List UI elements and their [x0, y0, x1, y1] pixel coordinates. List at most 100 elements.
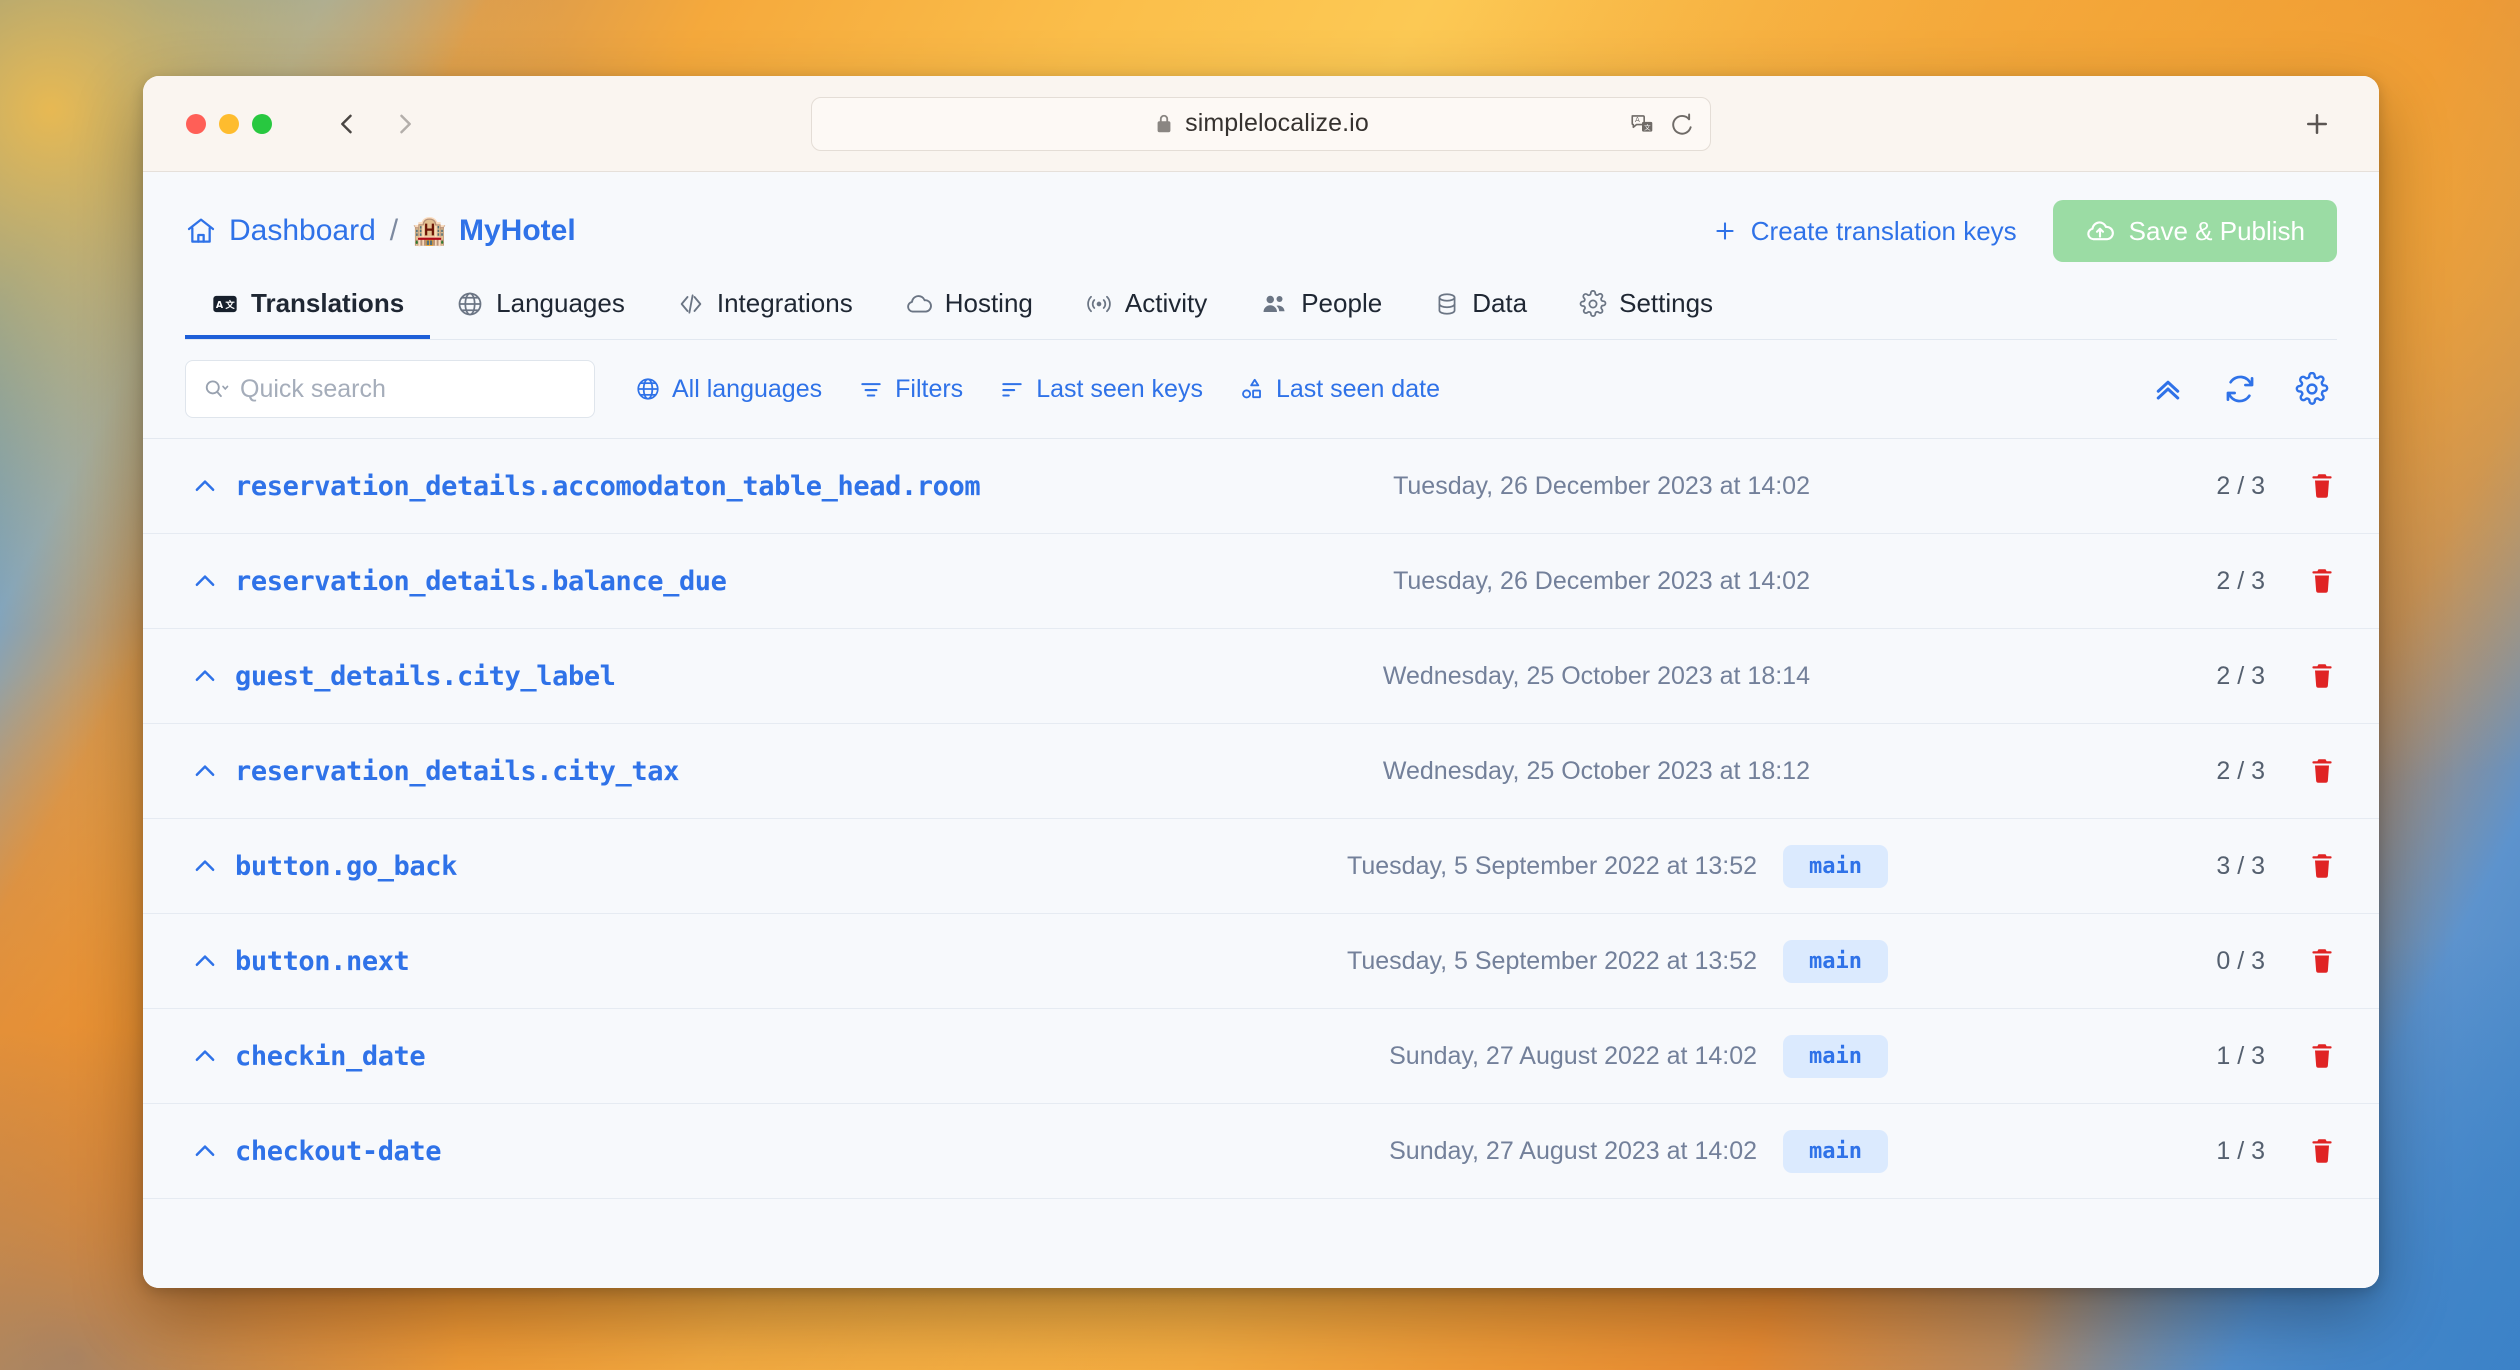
toolbar-filters: All languages Filters Last seen keys Las… — [617, 369, 1458, 410]
delete-key-button[interactable] — [2265, 1040, 2337, 1072]
home-icon[interactable] — [185, 215, 217, 247]
last-seen-date-value: Wednesday, 25 October 2023 at 18:14 — [1382, 661, 1810, 690]
table-row[interactable]: reservation_details.city_tax Wednesday, … — [143, 724, 2379, 819]
table-row[interactable]: guest_details.city_label Wednesday, 25 O… — [143, 629, 2379, 724]
translation-key-label[interactable]: reservation_details.balance_due — [235, 566, 727, 597]
cloud-icon — [905, 290, 933, 318]
table-row[interactable]: button.next Tuesday, 5 September 2022 at… — [143, 914, 2379, 1009]
tab-settings[interactable]: Settings — [1553, 278, 1739, 339]
lock-icon — [1153, 113, 1175, 135]
forward-arrow-icon[interactable] — [388, 107, 422, 141]
maximize-window-button[interactable] — [252, 113, 272, 134]
row-collapse-chevron-up-icon[interactable] — [183, 471, 227, 501]
toolbar-actions — [2149, 370, 2337, 408]
header-actions: Create translation keys Save & Publish — [1712, 200, 2337, 262]
delete-key-button[interactable] — [2265, 755, 2337, 787]
last-seen-keys-button[interactable]: Last seen keys — [981, 369, 1221, 410]
table-row[interactable]: button.go_back Tuesday, 5 September 2022… — [143, 819, 2379, 914]
translation-key-label[interactable]: reservation_details.city_tax — [235, 756, 679, 787]
tab-translations[interactable]: A文 Translations — [185, 278, 431, 339]
svg-text:A: A — [216, 300, 224, 311]
translation-key-label[interactable]: reservation_details.accomodaton_table_he… — [235, 471, 981, 502]
close-window-button[interactable] — [186, 113, 206, 134]
tab-people[interactable]: People — [1233, 278, 1408, 339]
translation-key-label[interactable]: guest_details.city_label — [235, 661, 616, 692]
last-seen-date-value: Sunday, 27 August 2022 at 14:02 — [1389, 1041, 1758, 1070]
row-collapse-chevron-up-icon[interactable] — [183, 756, 227, 786]
people-icon — [1259, 289, 1289, 319]
table-settings-gear-icon[interactable] — [2293, 370, 2331, 408]
translation-count-label: 2 / 3 — [2216, 566, 2265, 595]
translation-count-label: 3 / 3 — [2216, 851, 2265, 880]
last-seen-date-button[interactable]: Last seen date — [1221, 369, 1458, 410]
minimize-window-button[interactable] — [219, 113, 239, 134]
tab-label: Translations — [251, 288, 405, 318]
translate-icon[interactable]: A 文 — [1629, 111, 1655, 137]
translation-key-label[interactable]: button.next — [235, 946, 410, 977]
row-collapse-chevron-up-icon[interactable] — [183, 661, 227, 691]
browser-chrome: simplelocalize.io A 文 — [143, 76, 2379, 172]
delete-key-button[interactable] — [2265, 945, 2337, 977]
row-collapse-chevron-up-icon[interactable] — [183, 566, 227, 596]
row-collapse-chevron-up-icon[interactable] — [183, 946, 227, 976]
tab-activity[interactable]: Activity — [1059, 278, 1233, 339]
translation-key-label[interactable]: checkout-date — [235, 1136, 442, 1167]
svg-text:文: 文 — [224, 299, 235, 311]
last-seen-date-value: Tuesday, 5 September 2022 at 13:52 — [1347, 851, 1758, 880]
desktop-wallpaper: simplelocalize.io A 文 Dashboard / 🏨 MyHo… — [0, 0, 2520, 1370]
collapse-all-icon[interactable] — [2149, 370, 2187, 408]
delete-key-button[interactable] — [2265, 850, 2337, 882]
svg-text:文: 文 — [1644, 122, 1651, 131]
app-header-row: Dashboard / 🏨 MyHotel Create translation… — [185, 198, 2337, 264]
search-input-wrapper[interactable] — [185, 360, 595, 418]
browser-window: simplelocalize.io A 文 Dashboard / 🏨 MyHo… — [143, 76, 2379, 1288]
delete-key-button[interactable] — [2265, 565, 2337, 597]
translation-count-label: 2 / 3 — [2216, 756, 2265, 785]
tab-data[interactable]: Data — [1408, 278, 1553, 339]
gear-icon — [1579, 289, 1607, 318]
translation-key-label[interactable]: checkin_date — [235, 1041, 426, 1072]
tab-languages[interactable]: Languages — [430, 278, 651, 339]
filter-icon — [858, 376, 884, 402]
new-tab-button[interactable] — [2297, 104, 2337, 144]
sort-icon — [999, 376, 1025, 402]
create-translation-keys-button[interactable]: Create translation keys — [1712, 216, 2017, 247]
project-emoji-icon: 🏨 — [412, 215, 447, 246]
table-row[interactable]: reservation_details.accomodaton_table_he… — [143, 439, 2379, 534]
row-collapse-chevron-up-icon[interactable] — [183, 1136, 227, 1166]
row-collapse-chevron-up-icon[interactable] — [183, 851, 227, 881]
table-row[interactable]: checkout-date Sunday, 27 August 2023 at … — [143, 1104, 2379, 1199]
delete-key-button[interactable] — [2265, 1135, 2337, 1167]
search-input[interactable] — [240, 374, 578, 404]
globe-icon — [456, 290, 484, 318]
refresh-icon[interactable] — [2221, 370, 2259, 408]
delete-key-button[interactable] — [2265, 470, 2337, 502]
table-row[interactable]: checkin_date Sunday, 27 August 2022 at 1… — [143, 1009, 2379, 1104]
breadcrumb-dashboard[interactable]: Dashboard — [229, 214, 376, 248]
address-bar[interactable]: simplelocalize.io A 文 — [811, 96, 1711, 151]
table-row[interactable]: reservation_details.balance_due Tuesday,… — [143, 534, 2379, 629]
breadcrumb: Dashboard / 🏨 MyHotel — [185, 214, 576, 248]
address-bar-actions: A 文 — [1629, 111, 1694, 137]
row-collapse-chevron-up-icon[interactable] — [183, 1041, 227, 1071]
filters-button[interactable]: Filters — [840, 369, 981, 410]
last-seen-date-value: Wednesday, 25 October 2023 at 18:12 — [1382, 756, 1810, 785]
all-languages-button[interactable]: All languages — [617, 369, 840, 410]
cloud-upload-icon — [2085, 216, 2115, 246]
tab-integrations[interactable]: Integrations — [651, 278, 879, 339]
reload-icon[interactable] — [1668, 111, 1694, 137]
last-seen-keys-label: Last seen keys — [1036, 374, 1203, 403]
create-translation-keys-label: Create translation keys — [1750, 215, 2017, 246]
tab-label: Settings — [1619, 288, 1714, 318]
back-arrow-icon[interactable] — [330, 107, 364, 141]
translation-key-label[interactable]: button.go_back — [235, 851, 457, 882]
delete-key-button[interactable] — [2265, 660, 2337, 692]
filter-toolbar: All languages Filters Last seen keys — [143, 340, 2379, 438]
tab-label: People — [1301, 288, 1383, 318]
tab-hosting[interactable]: Hosting — [879, 278, 1059, 339]
tab-label: Integrations — [716, 288, 853, 318]
translation-keys-table: reservation_details.accomodaton_table_he… — [143, 438, 2379, 1288]
save-and-publish-button[interactable]: Save & Publish — [2052, 200, 2337, 262]
search-icon[interactable] — [202, 375, 230, 403]
breadcrumb-project[interactable]: MyHotel — [459, 214, 576, 248]
